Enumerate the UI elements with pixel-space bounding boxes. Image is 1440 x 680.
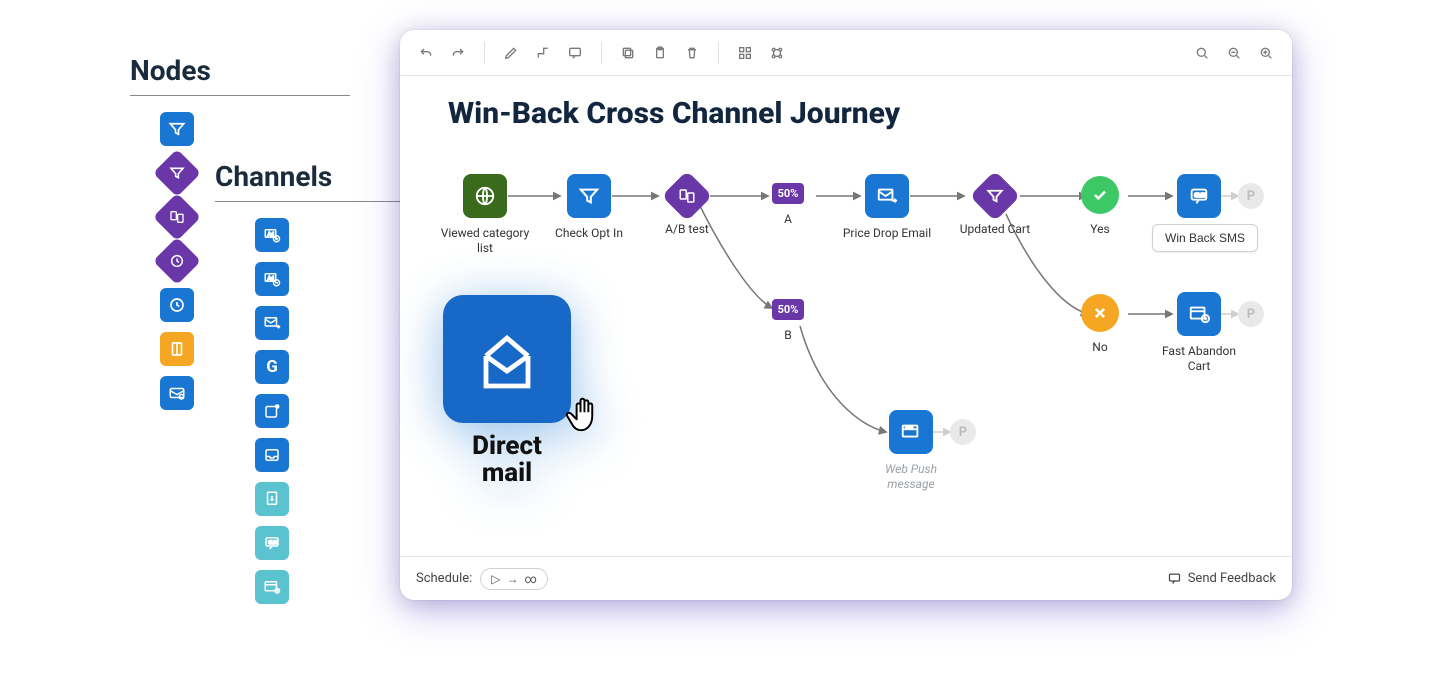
win-back-sms-button[interactable]: Win Back SMS: [1152, 224, 1258, 252]
svg-text:SMS: SMS: [268, 540, 278, 546]
sms-channel[interactable]: SMS: [255, 526, 289, 560]
ad-remove-channel[interactable]: Ad: [255, 262, 289, 296]
node-label: Fast Abandon Cart: [1150, 344, 1248, 374]
channels-palette: Ad Ad G SMS: [255, 218, 415, 604]
node-label: Viewed category list: [436, 226, 534, 256]
check-icon: [1081, 176, 1119, 214]
svg-text:Ad: Ad: [268, 232, 275, 238]
ad-add-channel[interactable]: Ad: [255, 218, 289, 252]
select-all-button[interactable]: [731, 39, 759, 67]
web-push-node[interactable]: Web Push message: [862, 410, 960, 492]
branch-a-node[interactable]: 50% A: [748, 182, 828, 227]
canvas-title: Win-Back Cross Channel Journey: [448, 96, 900, 131]
delay-node[interactable]: [153, 237, 201, 285]
node-label: Updated Cart: [946, 222, 1044, 237]
viewed-category-node[interactable]: Viewed category list: [436, 174, 534, 256]
ab-test-node-canvas[interactable]: A/B test: [638, 174, 736, 237]
chat-icon: [1167, 571, 1182, 586]
mail-arrow-icon: [865, 174, 909, 218]
ab-icon: [662, 171, 713, 222]
filter-condition-node[interactable]: [153, 149, 201, 197]
updated-cart-node[interactable]: Updated Cart: [946, 174, 1044, 237]
node-label: No: [1060, 340, 1140, 355]
check-opt-in-node[interactable]: Check Opt In: [540, 174, 638, 241]
connector-button[interactable]: [529, 39, 557, 67]
dragged-direct-mail-tile[interactable]: Directmail: [443, 295, 571, 488]
node-label: Yes: [1060, 222, 1140, 237]
zoom-fit-button[interactable]: [1188, 39, 1216, 67]
placeholder-p-1: P: [1238, 183, 1264, 209]
win-back-sms-label: Win Back SMS: [1165, 231, 1245, 245]
node-label: A/B test: [638, 222, 736, 237]
grab-cursor-icon: [561, 388, 611, 442]
edit-button[interactable]: [497, 39, 525, 67]
node-label: A: [748, 212, 828, 227]
node-label: Price Drop Email: [838, 226, 936, 241]
ab-test-node[interactable]: [153, 193, 201, 241]
delete-button[interactable]: [678, 39, 706, 67]
x-icon: [1081, 294, 1119, 332]
fast-abandon-cart-node[interactable]: Fast Abandon Cart: [1150, 292, 1248, 374]
comment-button[interactable]: [561, 39, 589, 67]
inbox-channel[interactable]: [255, 438, 289, 472]
sms-icon: SMS: [1177, 174, 1221, 218]
node-label: Check Opt In: [540, 226, 638, 241]
percent-badge: 50%: [772, 183, 805, 204]
schedule-pill[interactable]: ▷ → ∞: [480, 568, 548, 590]
zoom-in-button[interactable]: [1252, 39, 1280, 67]
dragged-tile-label: Directmail: [472, 433, 542, 488]
node-label: B: [748, 328, 828, 343]
paste-button[interactable]: [646, 39, 674, 67]
funnel-icon: [567, 174, 611, 218]
nodes-divider: [130, 95, 350, 96]
email-send-channel[interactable]: [255, 306, 289, 340]
placeholder-p-3: P: [1238, 301, 1264, 327]
yes-node[interactable]: Yes: [1060, 176, 1140, 237]
funnel-icon: [970, 171, 1021, 222]
branch-b-node[interactable]: 50% B: [748, 298, 828, 343]
filter-node[interactable]: [160, 112, 194, 146]
play-icon: ▷: [491, 572, 500, 586]
channels-section: Channels Ad Ad G SMS: [215, 160, 415, 604]
canvas-toolbar: [400, 30, 1292, 76]
wait-node[interactable]: [160, 288, 194, 322]
schedule-label: Schedule:: [416, 571, 472, 586]
select-group-button[interactable]: [763, 39, 791, 67]
direct-mail-big-icon: [443, 295, 571, 423]
direct-mail-channel[interactable]: [255, 482, 289, 516]
nodes-title: Nodes: [130, 54, 350, 87]
web-push-icon: [889, 410, 933, 454]
price-drop-email-node[interactable]: Price Drop Email: [838, 174, 936, 241]
page-node[interactable]: [160, 332, 194, 366]
arrow-icon: →: [507, 572, 519, 586]
zoom-out-button[interactable]: [1220, 39, 1248, 67]
canvas-footer: Schedule: ▷ → ∞ Send Feedback: [400, 556, 1292, 600]
push-channel[interactable]: [255, 394, 289, 428]
no-node[interactable]: No: [1060, 294, 1140, 355]
svg-text:Ad: Ad: [268, 276, 275, 282]
redo-button[interactable]: [444, 39, 472, 67]
infinity-icon: ∞: [525, 572, 537, 586]
undo-button[interactable]: [412, 39, 440, 67]
channels-divider: [215, 201, 415, 202]
feedback-label: Send Feedback: [1188, 571, 1276, 586]
web-add-icon: [1177, 292, 1221, 336]
globe-icon: [463, 174, 507, 218]
svg-text:SMS: SMS: [1194, 193, 1206, 199]
node-label: Web Push message: [862, 462, 960, 492]
placeholder-p-2: P: [950, 419, 976, 445]
inbox-node[interactable]: [160, 376, 194, 410]
percent-badge: 50%: [772, 299, 805, 320]
send-feedback-button[interactable]: Send Feedback: [1167, 571, 1276, 586]
google-channel[interactable]: G: [255, 350, 289, 384]
win-back-sms-node[interactable]: SMS: [1150, 174, 1248, 218]
web-push-channel[interactable]: [255, 570, 289, 604]
channels-title: Channels: [215, 160, 415, 193]
copy-button[interactable]: [614, 39, 642, 67]
